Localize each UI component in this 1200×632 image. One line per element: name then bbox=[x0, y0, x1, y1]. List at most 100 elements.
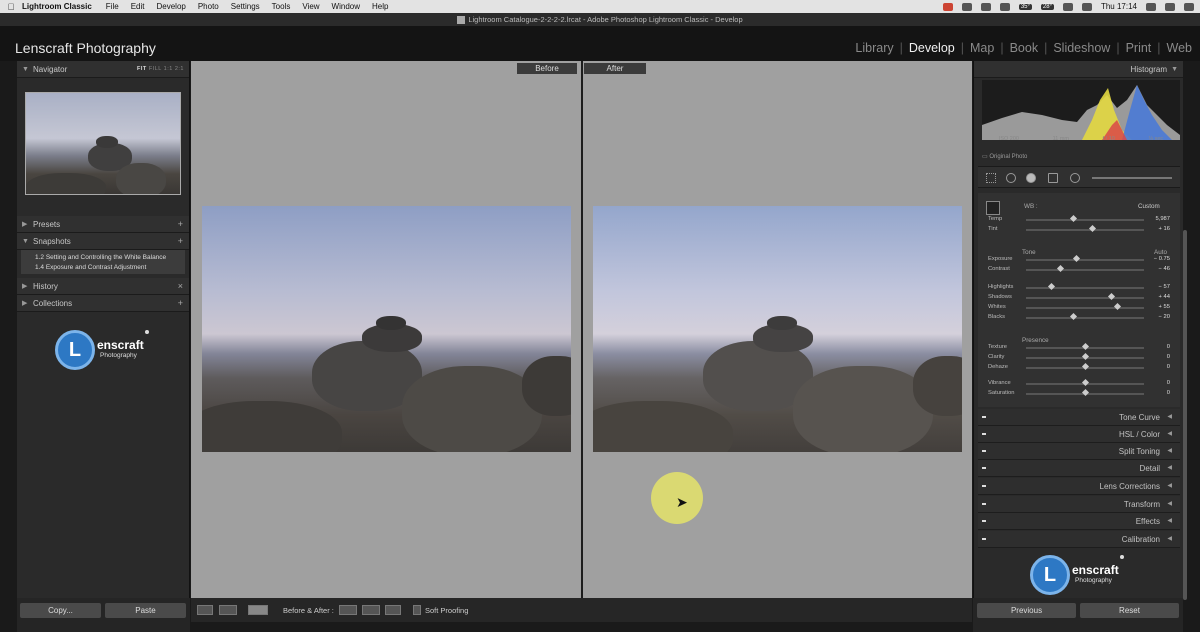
panel-tone-curve[interactable]: Tone Curve ◀ bbox=[978, 409, 1180, 426]
module-develop[interactable]: Develop bbox=[909, 41, 955, 55]
loupe-view-icon[interactable] bbox=[197, 605, 213, 615]
search-icon[interactable] bbox=[1146, 2, 1156, 11]
histogram-chart[interactable] bbox=[982, 80, 1180, 140]
slider-value[interactable]: 0 bbox=[1167, 354, 1170, 360]
status-temp-1[interactable]: 35° bbox=[1018, 3, 1032, 10]
module-print[interactable]: Print bbox=[1126, 41, 1152, 55]
panel-calibration[interactable]: Calibration ◀ bbox=[978, 531, 1180, 548]
red-eye-icon[interactable] bbox=[1026, 173, 1036, 183]
panel-transform[interactable]: Transform ◀ bbox=[978, 496, 1180, 513]
slider-value[interactable]: 0 bbox=[1167, 364, 1170, 370]
slider-exposure[interactable]: Exposure − 0.75 bbox=[978, 254, 1180, 265]
zoom-fill[interactable]: FILL bbox=[149, 66, 162, 72]
slider-track[interactable] bbox=[1026, 307, 1144, 309]
auto-tone-button[interactable]: Auto bbox=[1154, 249, 1167, 256]
slider-highlights[interactable]: Highlights − 57 bbox=[978, 282, 1180, 293]
wb-select[interactable]: Custom bbox=[1138, 203, 1160, 210]
slider-value[interactable]: + 44 bbox=[1159, 294, 1170, 300]
apple-icon[interactable]:  bbox=[0, 2, 22, 12]
compare-view-icon[interactable] bbox=[219, 605, 237, 615]
histogram-header[interactable]: Histogram ▼ bbox=[974, 61, 1183, 78]
module-web[interactable]: Web bbox=[1167, 41, 1192, 55]
menu-list-icon[interactable] bbox=[1184, 2, 1194, 11]
slider-value[interactable]: − 57 bbox=[1159, 284, 1170, 290]
panel-split-toning[interactable]: Split Toning ◀ bbox=[978, 443, 1180, 460]
slider-temp[interactable]: Temp 5,987 bbox=[978, 214, 1180, 225]
right-panel-edge[interactable] bbox=[1190, 61, 1200, 632]
presets-header[interactable]: ▶ Presets + bbox=[17, 216, 189, 233]
add-collection-icon[interactable]: + bbox=[178, 295, 183, 312]
menu-photo[interactable]: Photo bbox=[198, 2, 219, 11]
status-icon-s[interactable] bbox=[961, 2, 972, 11]
module-book[interactable]: Book bbox=[1010, 41, 1039, 55]
menu-file[interactable]: File bbox=[106, 2, 119, 11]
copy-before-after-icon[interactable] bbox=[362, 605, 380, 615]
menu-develop[interactable]: Develop bbox=[156, 2, 185, 11]
slider-track[interactable] bbox=[1026, 219, 1144, 221]
clear-history-icon[interactable]: × bbox=[178, 278, 183, 295]
before-photo[interactable] bbox=[202, 206, 571, 452]
before-after-split-icon[interactable] bbox=[248, 605, 268, 615]
slider-track[interactable] bbox=[1026, 269, 1144, 271]
left-panel-edge[interactable] bbox=[0, 61, 17, 632]
menu-window[interactable]: Window bbox=[332, 2, 360, 11]
status-temp-2[interactable]: 28° bbox=[1040, 3, 1054, 10]
swap-before-after-icon[interactable] bbox=[339, 605, 357, 615]
crop-icon[interactable] bbox=[986, 173, 996, 183]
status-icon-cloud[interactable] bbox=[980, 2, 991, 11]
slider-tint[interactable]: Tint + 16 bbox=[978, 224, 1180, 235]
slider-track[interactable] bbox=[1026, 297, 1144, 299]
menu-tools[interactable]: Tools bbox=[272, 2, 291, 11]
module-slideshow[interactable]: Slideshow bbox=[1053, 41, 1110, 55]
slider-value[interactable]: 0 bbox=[1167, 390, 1170, 396]
spot-removal-icon[interactable] bbox=[1006, 173, 1016, 183]
after-photo[interactable] bbox=[593, 206, 962, 452]
right-panel-scrollbar[interactable] bbox=[1183, 230, 1187, 600]
slider-shadows[interactable]: Shadows + 44 bbox=[978, 292, 1180, 303]
navigator-preview[interactable] bbox=[25, 92, 181, 195]
collections-header[interactable]: ▶ Collections + bbox=[17, 295, 189, 312]
panel-detail[interactable]: Detail ◀ bbox=[978, 460, 1180, 477]
menu-help[interactable]: Help bbox=[372, 2, 388, 11]
slider-value[interactable]: − 46 bbox=[1159, 266, 1170, 272]
copy-settings-button[interactable]: Copy... bbox=[20, 603, 101, 618]
adjustment-brush-slider[interactable] bbox=[1092, 177, 1172, 179]
zoom-1-1[interactable]: 1:1 bbox=[164, 66, 173, 72]
slider-vibrance[interactable]: Vibrance 0 bbox=[978, 378, 1180, 389]
menu-view[interactable]: View bbox=[302, 2, 319, 11]
slider-whites[interactable]: Whites + 55 bbox=[978, 302, 1180, 313]
snapshots-header[interactable]: ▼ Snapshots + bbox=[17, 233, 189, 250]
user-icon[interactable] bbox=[1165, 2, 1175, 11]
white-balance-picker-icon[interactable] bbox=[986, 201, 1000, 215]
slider-dehaze[interactable]: Dehaze 0 bbox=[978, 362, 1180, 373]
menu-app-name[interactable]: Lightroom Classic bbox=[22, 2, 92, 11]
zoom-fit[interactable]: FIT bbox=[137, 66, 147, 72]
battery-icon[interactable] bbox=[1081, 2, 1092, 11]
panel-hsl-color[interactable]: HSL / Color ◀ bbox=[978, 426, 1180, 443]
status-icon-moose[interactable] bbox=[999, 2, 1010, 11]
radial-filter-icon[interactable] bbox=[1070, 173, 1080, 183]
slider-track[interactable] bbox=[1026, 259, 1144, 261]
slider-value[interactable]: 0 bbox=[1167, 344, 1170, 350]
history-header[interactable]: ▶ History × bbox=[17, 278, 189, 295]
panel-lens-corrections[interactable]: Lens Corrections ◀ bbox=[978, 478, 1180, 495]
before-pane[interactable]: Before bbox=[191, 61, 581, 598]
slider-value[interactable]: + 16 bbox=[1159, 226, 1170, 232]
menu-edit[interactable]: Edit bbox=[131, 2, 145, 11]
reset-button[interactable]: Reset bbox=[1080, 603, 1179, 618]
zoom-2-1[interactable]: 2:1 bbox=[175, 66, 184, 72]
previous-button[interactable]: Previous bbox=[977, 603, 1076, 618]
soft-proofing-checkbox[interactable] bbox=[413, 605, 421, 615]
slider-clarity[interactable]: Clarity 0 bbox=[978, 352, 1180, 363]
panel-effects[interactable]: Effects ◀ bbox=[978, 513, 1180, 530]
after-pane[interactable]: After bbox=[583, 61, 972, 598]
graduated-filter-icon[interactable] bbox=[1048, 173, 1058, 183]
slider-contrast[interactable]: Contrast − 46 bbox=[978, 264, 1180, 275]
module-library[interactable]: Library bbox=[855, 41, 893, 55]
slider-value[interactable]: − 0.75 bbox=[1154, 256, 1170, 262]
navigator-header[interactable]: ▼ Navigator FIT FILL 1:1 2:1 bbox=[17, 61, 189, 78]
wifi-icon[interactable] bbox=[1062, 2, 1073, 11]
slider-value[interactable]: 5,987 bbox=[1155, 216, 1170, 222]
snapshot-item[interactable]: 1.4 Exposure and Contrast Adjustment bbox=[21, 262, 185, 272]
add-snapshot-icon[interactable]: + bbox=[178, 233, 183, 250]
